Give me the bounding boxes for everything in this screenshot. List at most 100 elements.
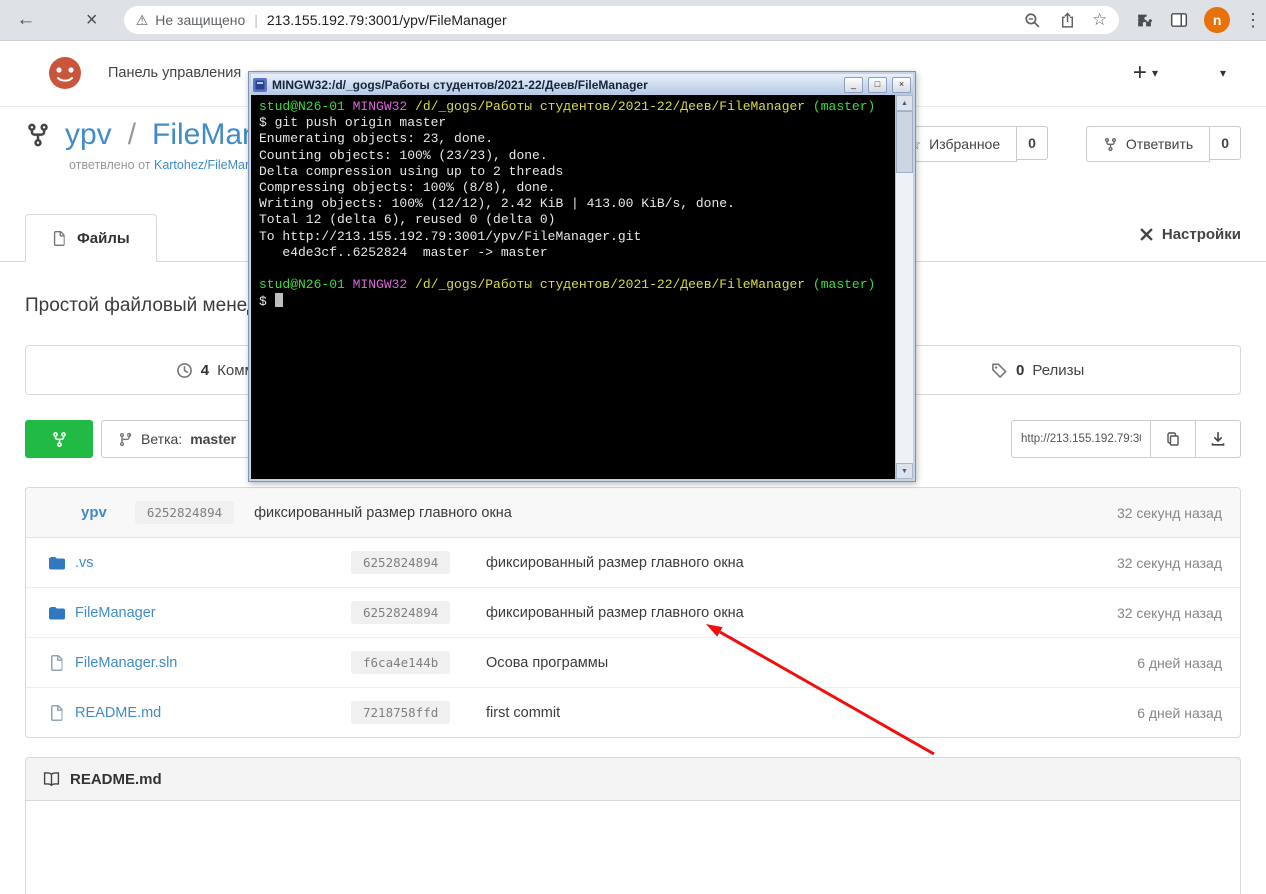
commit-hash-link[interactable]: 7218758ffd [351, 701, 450, 724]
commit-age: 6 дней назад [1007, 655, 1240, 671]
repo-title-separator: / [128, 118, 136, 152]
repo-owner-link[interactable]: ypv [65, 118, 112, 152]
file-rows: .vs 6252824894 фиксированный размер главно… [26, 538, 1240, 737]
tag-icon [991, 362, 1008, 379]
terminal-line [259, 261, 887, 277]
commit-age: 32 секунд назад [1007, 605, 1240, 621]
create-new-icon[interactable]: + [1133, 59, 1147, 87]
file-link[interactable]: FileManager.sln [75, 655, 177, 671]
branch-label: Ветка: [141, 431, 182, 447]
tab-settings[interactable]: Настройки [1139, 226, 1241, 243]
readme-title: README.md [70, 771, 162, 788]
branch-icon [118, 432, 133, 447]
table-row: FileManager 6252824894 фиксированный разме… [26, 587, 1240, 637]
compare-fork-icon [51, 431, 68, 448]
browser-toolbar: ← × ⚠ Не защищено | 213.155.192.79:3001/… [0, 0, 1266, 41]
settings-tools-icon [1139, 227, 1154, 242]
stop-icon[interactable]: × [80, 9, 104, 32]
terminal-line: Counting objects: 100% (23/23), done. [259, 148, 887, 164]
scroll-down-button[interactable]: ▼ [896, 463, 913, 479]
extensions-puzzle-icon[interactable] [1136, 12, 1153, 29]
copy-url-button[interactable] [1151, 420, 1196, 458]
gogs-logo[interactable] [46, 54, 84, 92]
terminal-scrollbar: ▲ ▼ [895, 95, 913, 479]
readme-header: README.md [25, 757, 1241, 801]
latest-commit-row: ypv 6252824894 фиксированный размер глав… [26, 488, 1240, 538]
tab-files[interactable]: Файлы [25, 214, 157, 262]
back-icon[interactable]: ← [14, 9, 38, 31]
new-pull-request-button[interactable] [25, 420, 93, 458]
file-icon [49, 655, 65, 671]
maximize-button[interactable]: □ [868, 77, 887, 93]
fork-button[interactable]: Ответвить [1086, 126, 1210, 162]
terminal-line: To http://213.155.192.79:3001/ypv/FileMa… [259, 229, 887, 245]
terminal-line: Compressing objects: 100% (8/8), done. [259, 180, 887, 196]
bookmark-star-icon[interactable]: ☆ [1092, 10, 1107, 30]
latest-commit-age: 32 секунд назад [512, 505, 1240, 521]
branch-name: master [190, 431, 236, 447]
latest-commit-hash-link[interactable]: 6252824894 [135, 501, 234, 524]
readme-body [25, 801, 1241, 894]
table-row: .vs 6252824894 фиксированный размер главно… [26, 538, 1240, 587]
browser-profile-avatar[interactable]: n [1204, 7, 1230, 33]
folder-icon [49, 605, 65, 621]
latest-commit-author-link[interactable]: ypv [81, 504, 107, 521]
commit-hash-link[interactable]: 6252824894 [351, 551, 450, 574]
terminal-window: MINGW32:/d/_gogs/Работы студентов/2021-2… [248, 71, 916, 482]
folder-icon [49, 555, 65, 571]
share-icon[interactable] [1059, 12, 1076, 29]
branch-selector[interactable]: Ветка: master [101, 420, 253, 458]
commit-age: 6 дней назад [1007, 705, 1240, 721]
terminal-output: stud@N26-01 MINGW32 /d/_gogs/Работы студ… [251, 95, 895, 479]
commit-message-link[interactable]: фиксированный размер главного окна [486, 555, 1007, 571]
download-button[interactable] [1196, 420, 1241, 458]
clone-url-input[interactable] [1011, 420, 1151, 458]
file-link[interactable]: README.md [75, 705, 161, 721]
terminal-line: stud@N26-01 MINGW32 /d/_gogs/Работы студ… [259, 99, 887, 115]
commit-hash-link[interactable]: 6252824894 [351, 601, 450, 624]
file-link[interactable]: FileManager [75, 605, 156, 621]
terminal-line: Total 12 (delta 6), reused 0 (delta 0) [259, 212, 887, 228]
terminal-title: MINGW32:/d/_gogs/Работы студентов/2021-2… [272, 78, 839, 92]
scrollbar-thumb[interactable] [896, 111, 913, 173]
fork-count[interactable]: 0 [1210, 126, 1241, 160]
history-icon [176, 362, 193, 379]
sidebar-panel-icon[interactable] [1170, 11, 1188, 29]
terminal-line: stud@N26-01 MINGW32 /d/_gogs/Работы студ… [259, 277, 887, 293]
screen: ← × ⚠ Не защищено | 213.155.192.79:3001/… [0, 0, 1266, 894]
commit-message-link[interactable]: Осова программы [486, 655, 1007, 671]
commit-hash-link[interactable]: f6ca4e144b [351, 651, 450, 674]
table-row: FileManager.sln f6ca4e144b Осова программы… [26, 637, 1240, 687]
url-separator: | [254, 12, 258, 28]
star-count[interactable]: 0 [1017, 126, 1048, 160]
commit-message-link[interactable]: first commit [486, 705, 1007, 721]
address-bar[interactable]: ⚠ Не защищено | 213.155.192.79:3001/ypv/… [124, 6, 1120, 34]
zoom-icon[interactable] [1024, 12, 1041, 29]
warning-icon: ⚠ [136, 12, 149, 29]
close-button[interactable]: × [892, 77, 911, 93]
commit-message-link[interactable]: фиксированный размер главного окна [486, 605, 1007, 621]
download-icon [1210, 431, 1226, 447]
scroll-up-button[interactable]: ▲ [896, 95, 913, 111]
terminal-line: Writing objects: 100% (12/12), 2.42 KiB … [259, 196, 887, 212]
terminal-line: Delta compression using up to 2 threads [259, 164, 887, 180]
create-new-caret-icon[interactable]: ▾ [1152, 66, 1158, 80]
terminal-line: $ git push origin master [259, 115, 887, 131]
security-label: Не защищено [155, 12, 245, 28]
terminal-line: $ [259, 293, 887, 310]
terminal-line: Enumerating objects: 23, done. [259, 131, 887, 147]
file-table: ypv 6252824894 фиксированный размер глав… [25, 487, 1241, 738]
book-icon [43, 771, 60, 788]
browser-menu-icon[interactable]: ⋮ [1244, 10, 1262, 31]
commit-age: 32 секунд назад [1007, 555, 1240, 571]
file-icon [49, 705, 65, 721]
latest-commit-message-link[interactable]: фиксированный размер главного окна [254, 505, 512, 521]
copy-icon [1165, 431, 1181, 447]
terminal-titlebar[interactable]: MINGW32:/d/_gogs/Работы студентов/2021-2… [251, 74, 913, 95]
user-menu-caret-icon[interactable]: ▾ [1220, 66, 1226, 80]
terminal-cursor [275, 293, 283, 307]
minimize-button[interactable]: _ [844, 77, 863, 93]
nav-dashboard-link[interactable]: Панель управления [108, 65, 241, 81]
file-link[interactable]: .vs [75, 555, 94, 571]
file-tab-icon [52, 231, 67, 246]
